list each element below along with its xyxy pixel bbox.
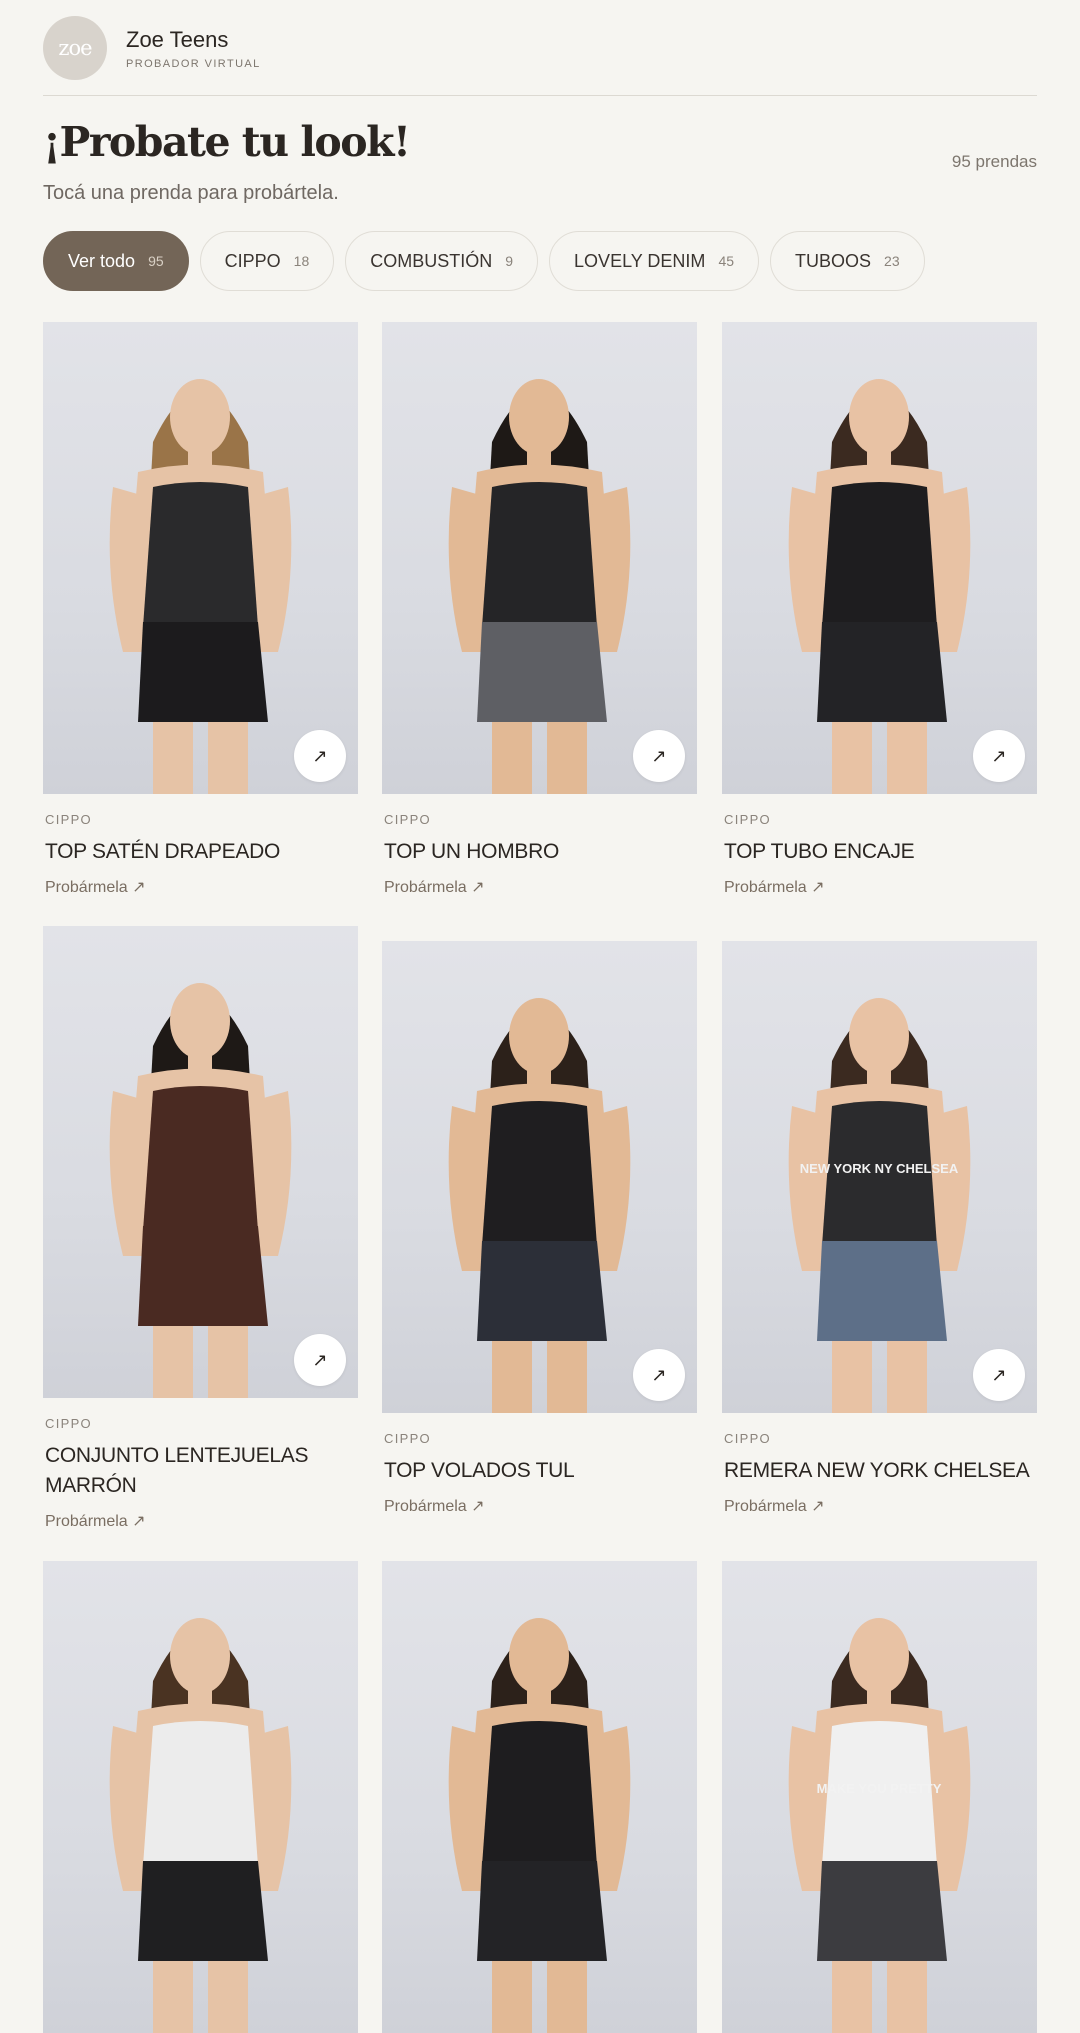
product-meta: CIPPO TOP UN HOMBRO Probármela ↗ [382, 812, 697, 897]
product-photo[interactable]: ↗ [382, 322, 697, 794]
product-card[interactable]: ↗ CIPPO TOP VOLADOS TUL Probármela ↗ [382, 941, 697, 1516]
product-card[interactable]: NEW YORK NY CHELSEA ↗ CIPPO REMERA NEW YORK… [722, 941, 1037, 1516]
product-brand: CIPPO [384, 812, 431, 827]
product-name: TOP UN HOMBRO [384, 840, 560, 863]
filter-bar: Ver todo 95 CIPPO 18 COMBUSTIÓN 9 LOVELY DENIM… [43, 231, 1037, 291]
open-arrow-button[interactable]: ↗ [973, 730, 1025, 782]
garment-print: MAKE YOU PRETTY [817, 1781, 942, 1796]
open-arrow-button[interactable]: ↗ [973, 1349, 1025, 1401]
product-name: TOP VOLADOS TUL [384, 1459, 575, 1482]
filter-label: LOVELY DENIM [574, 250, 706, 271]
filter-chip-tuboos[interactable]: TUBOOS 23 [770, 231, 925, 291]
open-arrow-button[interactable]: ↗ [294, 730, 346, 782]
brand-block: Zoe Teens PROBADOR VIRTUAL [126, 26, 261, 70]
model-figure [448, 1618, 631, 2033]
header: zoe Zoe Teens PROBADOR VIRTUAL [43, 0, 1037, 96]
filter-chip-cippo[interactable]: CIPPO 18 [199, 231, 335, 291]
arrow-up-right-icon: ↗ [991, 745, 1007, 766]
try-on-link[interactable]: Probármela ↗ [724, 877, 825, 897]
product-name: TOP SATÉN DRAPEADO [45, 840, 280, 863]
try-on-link[interactable]: Probármela ↗ [724, 1496, 825, 1516]
product-meta: CIPPO TOP TUBO ENCAJE Probármela ↗ [722, 812, 1037, 897]
product-meta: CIPPO REMERA NEW YORK CHELSEA Probármela ↗ [722, 1431, 1037, 1516]
try-on-link[interactable]: Probármela ↗ [384, 877, 485, 897]
arrow-up-right-icon: ↗ [312, 1349, 328, 1370]
arrow-up-right-icon: ↗ [312, 745, 328, 766]
filter-count: 23 [884, 253, 900, 269]
model-figure [109, 379, 292, 794]
product-brand: CIPPO [724, 812, 771, 827]
product-card[interactable] [43, 1561, 358, 2033]
product-photo[interactable]: MAKE YOU PRETTY [722, 1561, 1037, 2033]
product-brand: CIPPO [45, 812, 92, 827]
try-on-link[interactable]: Probármela ↗ [45, 1511, 146, 1531]
product-photo[interactable]: NEW YORK NY CHELSEA ↗ [722, 941, 1037, 1413]
page-title: ¡Probate tu look! [43, 118, 411, 166]
hero: ¡Probate tu look! 95 prendas Tocá una pr… [43, 96, 1037, 221]
brand-name: Zoe Teens [126, 26, 229, 52]
page-subtitle: Tocá una prenda para probártela. [43, 182, 339, 204]
filter-count: 9 [505, 253, 514, 269]
arrow-up-right-icon: ↗ [651, 745, 667, 766]
product-card[interactable]: ↗ CIPPO TOP TUBO ENCAJE Probármela ↗ [722, 322, 1037, 897]
product-photo[interactable]: ↗ [43, 322, 358, 794]
filter-label: CIPPO [224, 250, 281, 271]
product-card[interactable]: ↗ CIPPO CONJUNTO LENTEJUELAS MARRÓN Probárm… [43, 926, 358, 1531]
product-brand: CIPPO [45, 1416, 92, 1431]
product-card[interactable] [382, 1561, 697, 2033]
model-figure [109, 983, 292, 1398]
filter-chip-lovely-denim[interactable]: LOVELY DENIM 45 [549, 231, 760, 291]
filter-count: 95 [148, 253, 164, 269]
filter-label: COMBUSTIÓN [370, 250, 493, 271]
logo-text: zoe [58, 35, 92, 60]
product-meta: CIPPO TOP SATÉN DRAPEADO Probármela ↗ [43, 812, 358, 897]
product-photo[interactable]: ↗ [43, 926, 358, 1398]
product-card[interactable]: MAKE YOU PRETTY [722, 1561, 1037, 2033]
brand-logo[interactable]: zoe [43, 15, 107, 80]
open-arrow-button[interactable]: ↗ [633, 730, 685, 782]
product-name: REMERA NEW YORK CHELSEA [724, 1459, 1030, 1482]
open-arrow-button[interactable]: ↗ [294, 1334, 346, 1386]
product-brand: CIPPO [724, 1431, 771, 1446]
brand-subtitle: PROBADOR VIRTUAL [126, 57, 261, 70]
arrow-up-right-icon: ↗ [651, 1364, 667, 1385]
filter-label: TUBOOS [795, 250, 872, 271]
product-meta: CIPPO CONJUNTO LENTEJUELAS MARRÓN Probárme… [43, 1416, 358, 1531]
product-photo[interactable]: ↗ [722, 322, 1037, 794]
filter-chip-combustión[interactable]: COMBUSTIÓN 9 [345, 231, 539, 291]
model-figure [788, 379, 971, 794]
product-photo[interactable] [43, 1561, 358, 2033]
model-figure [448, 379, 631, 794]
model-figure [109, 1618, 292, 2033]
product-brand: CIPPO [384, 1431, 431, 1446]
product-photo[interactable] [382, 1561, 697, 2033]
garment-print: NEW YORK NY CHELSEA [800, 1161, 959, 1176]
product-card[interactable]: ↗ CIPPO TOP SATÉN DRAPEADO Probármela ↗ [43, 322, 358, 897]
filter-chip-ver-todo[interactable]: Ver todo 95 [43, 231, 189, 291]
items-count: 95 prendas [951, 152, 1037, 171]
product-photo[interactable]: ↗ [382, 941, 697, 1413]
filter-count: 45 [718, 253, 735, 269]
model-figure: MAKE YOU PRETTY [788, 1618, 971, 2033]
model-figure [448, 998, 631, 1413]
try-on-link[interactable]: Probármela ↗ [384, 1496, 485, 1516]
model-figure: NEW YORK NY CHELSEA [788, 998, 971, 1413]
try-on-link[interactable]: Probármela ↗ [45, 877, 146, 897]
open-arrow-button[interactable]: ↗ [633, 1349, 685, 1401]
arrow-up-right-icon: ↗ [991, 1364, 1007, 1385]
filter-label: Ver todo [68, 250, 136, 271]
filter-count: 18 [293, 253, 310, 269]
product-card[interactable]: ↗ CIPPO TOP UN HOMBRO Probármela ↗ [382, 322, 697, 897]
product-name: CONJUNTO LENTEJUELAS MARRÓN [45, 1444, 309, 1497]
product-name: TOP TUBO ENCAJE [724, 840, 915, 863]
product-meta: CIPPO TOP VOLADOS TUL Probármela ↗ [382, 1431, 697, 1516]
